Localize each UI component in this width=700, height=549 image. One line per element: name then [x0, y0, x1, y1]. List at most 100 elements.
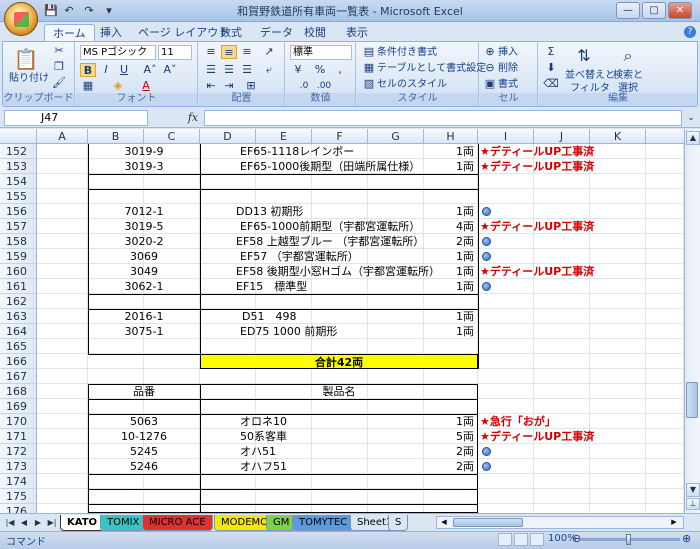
fill-color-icon[interactable]: ◈ — [110, 79, 126, 93]
cell[interactable] — [646, 144, 684, 159]
cell[interactable] — [590, 189, 646, 204]
cell[interactable] — [534, 384, 590, 399]
quantity-cell[interactable] — [420, 504, 476, 513]
cell[interactable] — [534, 189, 590, 204]
product-name-cell[interactable]: オハ51 — [240, 444, 276, 459]
cell[interactable] — [368, 399, 424, 414]
cell[interactable] — [368, 414, 424, 429]
cell[interactable] — [256, 369, 312, 384]
row-header[interactable]: 172 — [0, 444, 37, 459]
product-name-cell[interactable]: ED75 1000 前期形 — [240, 324, 337, 339]
tab-view[interactable]: 表示 — [338, 24, 376, 42]
product-code-cell[interactable]: 3020-2 — [88, 234, 200, 249]
header-product-name[interactable]: 製品名 — [200, 384, 478, 399]
cell[interactable] — [646, 219, 684, 234]
cell[interactable] — [312, 414, 368, 429]
cell[interactable] — [37, 294, 88, 309]
cell[interactable] — [312, 399, 368, 414]
cell[interactable] — [534, 354, 590, 369]
worksheet-grid[interactable]: 152 3019-9 EF65-1118レインボー 1両 ★デティールUP工事済 153 3… — [0, 144, 684, 513]
column-header[interactable]: H — [424, 129, 478, 144]
quantity-cell[interactable] — [420, 174, 476, 189]
cell[interactable] — [646, 399, 684, 414]
cell[interactable] — [534, 504, 590, 513]
cell[interactable] — [590, 384, 646, 399]
cell[interactable] — [646, 414, 684, 429]
row-header[interactable]: 170 — [0, 414, 37, 429]
cell[interactable] — [37, 444, 88, 459]
cell[interactable] — [478, 504, 534, 513]
cell[interactable] — [590, 489, 646, 504]
cell[interactable] — [646, 489, 684, 504]
cell[interactable] — [37, 459, 88, 474]
row-header[interactable]: 165 — [0, 339, 37, 354]
product-code-cell[interactable] — [88, 174, 200, 189]
cell[interactable] — [37, 234, 88, 249]
row-header[interactable]: 160 — [0, 264, 37, 279]
sheet-tab[interactable]: MICRO ACE — [142, 515, 213, 531]
column-header[interactable]: F — [312, 129, 368, 144]
formula-input[interactable] — [204, 110, 682, 126]
quantity-cell[interactable]: 1両 — [420, 159, 476, 174]
cell[interactable] — [256, 339, 312, 354]
quantity-cell[interactable]: 1両 — [420, 144, 476, 159]
cell[interactable] — [590, 369, 646, 384]
border-icon[interactable]: ▦ — [80, 79, 96, 93]
tab-review[interactable]: 校閲 — [296, 24, 334, 42]
next-sheet-icon[interactable]: ▶ — [32, 517, 44, 529]
cell[interactable] — [37, 339, 88, 354]
cell[interactable] — [368, 279, 424, 294]
cell[interactable] — [37, 384, 88, 399]
cell[interactable] — [200, 474, 256, 489]
cell[interactable] — [37, 159, 88, 174]
delete-cells-button[interactable]: 削除 — [498, 62, 518, 75]
cell[interactable] — [478, 399, 534, 414]
column-header[interactable]: C — [144, 129, 200, 144]
cell[interactable] — [312, 294, 368, 309]
cell[interactable] — [534, 324, 590, 339]
cell[interactable] — [478, 474, 534, 489]
cut-icon[interactable]: ✂ — [51, 44, 67, 58]
horizontal-scrollbar[interactable]: ◀ ▶ — [436, 516, 684, 529]
quantity-cell[interactable]: 1両 — [420, 279, 476, 294]
product-code-cell[interactable] — [88, 504, 200, 513]
close-button[interactable]: ✕ — [668, 2, 692, 19]
cell[interactable] — [312, 189, 368, 204]
cell[interactable] — [534, 444, 590, 459]
percent-icon[interactable]: % — [312, 63, 328, 77]
page-break-view-icon[interactable] — [530, 533, 544, 546]
format-cells-icon[interactable]: ▣ — [482, 77, 498, 91]
cell[interactable] — [37, 219, 88, 234]
cell[interactable] — [478, 384, 534, 399]
clear-icon[interactable]: ⌫ — [543, 77, 559, 91]
column-header[interactable]: G — [368, 129, 424, 144]
total-cell[interactable]: 合計42両 — [200, 354, 478, 369]
row-header[interactable]: 175 — [0, 489, 37, 504]
delete-cells-icon[interactable]: ⊖ — [482, 61, 498, 75]
cell[interactable] — [534, 309, 590, 324]
autosum-icon[interactable]: Σ — [543, 45, 559, 59]
product-code-cell[interactable]: 2016-1 — [88, 309, 200, 324]
shrink-font-icon[interactable]: A˅ — [162, 63, 178, 77]
font-color-icon[interactable]: A — [138, 79, 154, 93]
cell[interactable] — [200, 339, 256, 354]
cell[interactable] — [368, 144, 424, 159]
row-header[interactable]: 174 — [0, 474, 37, 489]
product-code-cell[interactable]: 10-1276 — [88, 429, 200, 444]
cell[interactable] — [646, 294, 684, 309]
cell[interactable] — [368, 444, 424, 459]
help-icon[interactable]: ? — [684, 26, 696, 38]
cell[interactable] — [37, 489, 88, 504]
cell[interactable] — [478, 189, 534, 204]
cell[interactable] — [368, 339, 424, 354]
cell[interactable] — [590, 339, 646, 354]
zoom-in-icon[interactable]: ⊕ — [682, 532, 691, 545]
cell[interactable] — [534, 369, 590, 384]
tab-data[interactable]: データ — [252, 24, 301, 42]
paste-icon[interactable]: 📋 — [13, 46, 39, 72]
column-header[interactable]: A — [37, 129, 88, 144]
zoom-slider-handle[interactable] — [626, 534, 631, 545]
cell[interactable] — [590, 444, 646, 459]
quantity-cell[interactable] — [420, 339, 476, 354]
cell[interactable] — [368, 249, 424, 264]
